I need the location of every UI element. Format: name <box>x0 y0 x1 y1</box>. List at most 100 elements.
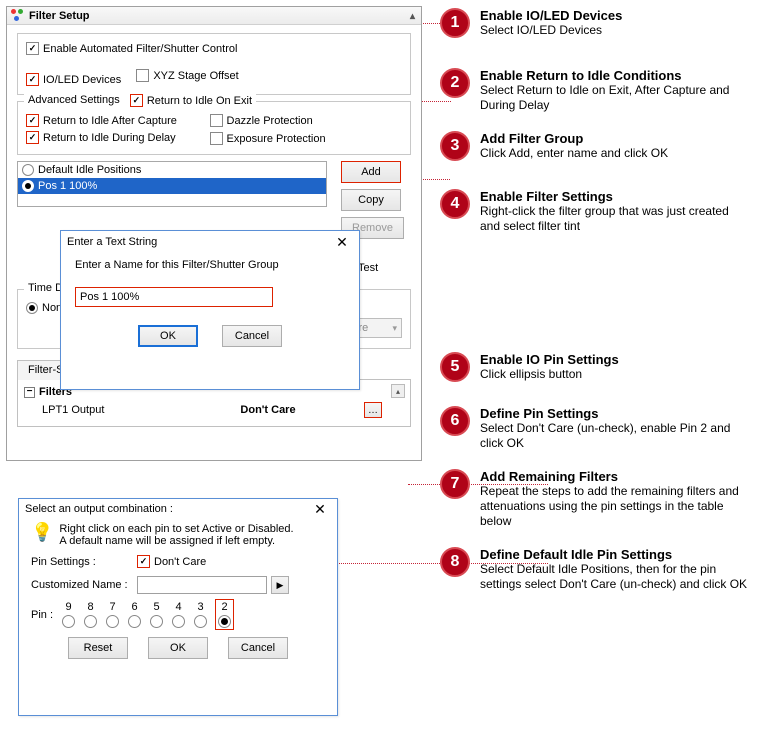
pin-9[interactable]: 9 <box>62 601 75 628</box>
pin-3-num: 3 <box>197 601 203 613</box>
dont-care-label: Don't Care <box>154 556 206 568</box>
default-idle-positions-item[interactable]: Default Idle Positions <box>18 162 326 178</box>
callout-number-7: 7 <box>440 469 470 499</box>
xyz-stage-offset-label: XYZ Stage Offset <box>153 70 238 82</box>
callout-number-4: 4 <box>440 189 470 219</box>
dont-care-checkbox[interactable]: Don't Care <box>137 555 206 568</box>
callout-4: 4 Enable Filter Settings Right-click the… <box>440 189 750 234</box>
advanced-settings-title: Advanced Settings <box>28 94 120 106</box>
callout-number-2: 2 <box>440 68 470 98</box>
play-icon[interactable]: ▶ <box>271 576 289 594</box>
callout-8-title: Define Default Idle Pin Settings <box>480 547 750 562</box>
return-idle-delay-checkbox[interactable]: Return to Idle During Delay <box>26 131 176 144</box>
add-button[interactable]: Add <box>341 161 401 183</box>
callout-3-desc: Click Add, enter name and click OK <box>480 146 668 161</box>
callout-8-desc: Select Default Idle Positions, then for … <box>480 562 750 592</box>
pin-8[interactable]: 8 <box>84 601 97 628</box>
callout-3: 3 Add Filter Group Click Add, enter name… <box>440 131 750 161</box>
callout-4-desc: Right-click the filter group that was ju… <box>480 204 750 234</box>
callout-2: 2 Enable Return to Idle Conditions Selec… <box>440 68 750 113</box>
callout-5: 5 Enable IO Pin Settings Click ellipsis … <box>440 352 750 382</box>
dlg1-title: Enter a Text String <box>67 236 157 248</box>
close-icon[interactable]: ✕ <box>309 501 331 518</box>
io-led-devices-checkbox[interactable]: IO/LED Devices <box>26 73 121 86</box>
callout-2-title: Enable Return to Idle Conditions <box>480 68 750 83</box>
exposure-protection-label: Exposure Protection <box>227 133 326 145</box>
enable-automated-checkbox[interactable]: Enable Automated Filter/Shutter Control <box>26 42 237 55</box>
callout-3-title: Add Filter Group <box>480 131 668 146</box>
enable-automated-label: Enable Automated Filter/Shutter Control <box>43 43 237 55</box>
filter-group-name-input[interactable] <box>75 287 273 307</box>
exposure-protection-checkbox[interactable]: Exposure Protection <box>210 132 326 145</box>
io-led-devices-label: IO/LED Devices <box>43 74 121 86</box>
callout-2-desc: Select Return to Idle on Exit, After Cap… <box>480 83 750 113</box>
pin-3[interactable]: 3 <box>194 601 207 628</box>
dlg2-tip-line1: Right click on each pin to set Active or… <box>59 523 293 535</box>
pin-2[interactable]: 2 <box>218 601 231 628</box>
callout-number-5: 5 <box>440 352 470 382</box>
callout-1-title: Enable IO/LED Devices <box>480 8 622 23</box>
customized-name-label: Customized Name : <box>31 579 137 591</box>
cancel-button[interactable]: Cancel <box>228 637 288 659</box>
return-idle-exit-label: Return to Idle On Exit <box>147 95 252 107</box>
callout-number-6: 6 <box>440 406 470 436</box>
time-delay-none-radio[interactable] <box>26 302 38 314</box>
pin-6[interactable]: 6 <box>128 601 141 628</box>
output-combination-dialog: Select an output combination : ✕ 💡 Right… <box>18 498 338 716</box>
return-idle-capture-label: Return to Idle After Capture <box>43 115 177 127</box>
dlg2-title: Select an output combination : <box>25 503 173 515</box>
close-icon[interactable]: ✕ <box>331 234 353 251</box>
default-idle-positions-label: Default Idle Positions <box>38 164 141 176</box>
callout-4-title: Enable Filter Settings <box>480 189 750 204</box>
ok-button[interactable]: OK <box>148 637 208 659</box>
ok-button[interactable]: OK <box>138 325 198 347</box>
callout-number-1: 1 <box>440 8 470 38</box>
pin-4[interactable]: 4 <box>172 601 185 628</box>
callout-8: 8 Define Default Idle Pin Settings Selec… <box>440 547 750 592</box>
reset-button[interactable]: Reset <box>68 637 128 659</box>
callout-7-desc: Repeat the steps to add the remaining fi… <box>480 484 750 529</box>
cancel-button[interactable]: Cancel <box>222 325 282 347</box>
callout-number-8: 8 <box>440 547 470 577</box>
window-title: Filter Setup <box>29 10 90 22</box>
return-idle-capture-checkbox[interactable]: Return to Idle After Capture <box>26 114 177 127</box>
dlg2-tip-line2: A default name will be assigned if left … <box>59 535 293 547</box>
pos1-item[interactable]: Pos 1 100% <box>18 178 326 194</box>
callout-6-desc: Select Don't Care (un-check), enable Pin… <box>480 421 750 451</box>
enter-text-string-dialog: Enter a Text String ✕ Enter a Name for t… <box>60 230 360 390</box>
callout-7: 7 Add Remaining Filters Repeat the steps… <box>440 469 750 529</box>
ellipsis-button[interactable]: … <box>364 402 382 418</box>
copy-button[interactable]: Copy <box>341 189 401 211</box>
pin-label: Pin : <box>31 609 53 621</box>
customized-name-input[interactable] <box>137 576 267 594</box>
callout-6-title: Define Pin Settings <box>480 406 750 421</box>
return-idle-delay-label: Return to Idle During Delay <box>43 132 176 144</box>
pin-5[interactable]: 5 <box>150 601 163 628</box>
callout-6: 6 Define Pin Settings Select Don't Care … <box>440 406 750 451</box>
pin-4-num: 4 <box>175 601 181 613</box>
callout-number-3: 3 <box>440 131 470 161</box>
return-idle-exit-checkbox[interactable]: Return to Idle On Exit <box>130 94 252 107</box>
test-label: Test <box>358 262 378 274</box>
xyz-stage-offset-checkbox[interactable]: XYZ Stage Offset <box>136 69 238 82</box>
callout-5-desc: Click ellipsis button <box>480 367 619 382</box>
pin-6-num: 6 <box>131 601 137 613</box>
callout-7-title: Add Remaining Filters <box>480 469 750 484</box>
chevron-down-icon: ▾ <box>392 323 397 334</box>
lightbulb-icon: 💡 <box>31 523 53 541</box>
titlebar: Filter Setup ▴ <box>7 7 421 25</box>
pin-9-num: 9 <box>65 601 71 613</box>
collapse-caret-icon[interactable]: ▴ <box>410 11 415 22</box>
pin-5-num: 5 <box>153 601 159 613</box>
pin-2-num: 2 <box>221 601 227 613</box>
pin-7[interactable]: 7 <box>106 601 119 628</box>
callouts-column: 1 Enable IO/LED Devices Select IO/LED De… <box>440 6 750 610</box>
scroll-up-icon[interactable]: ▴ <box>391 384 405 398</box>
pin-settings-label: Pin Settings : <box>31 556 137 568</box>
dlg1-prompt: Enter a Name for this Filter/Shutter Gro… <box>75 259 345 271</box>
callout-1: 1 Enable IO/LED Devices Select IO/LED De… <box>440 8 750 38</box>
dazzle-protection-checkbox[interactable]: Dazzle Protection <box>210 114 313 127</box>
filter-group-list[interactable]: Default Idle Positions Pos 1 100% <box>17 161 327 207</box>
callout-1-desc: Select IO/LED Devices <box>480 23 622 38</box>
collapse-icon[interactable]: − <box>24 387 35 398</box>
